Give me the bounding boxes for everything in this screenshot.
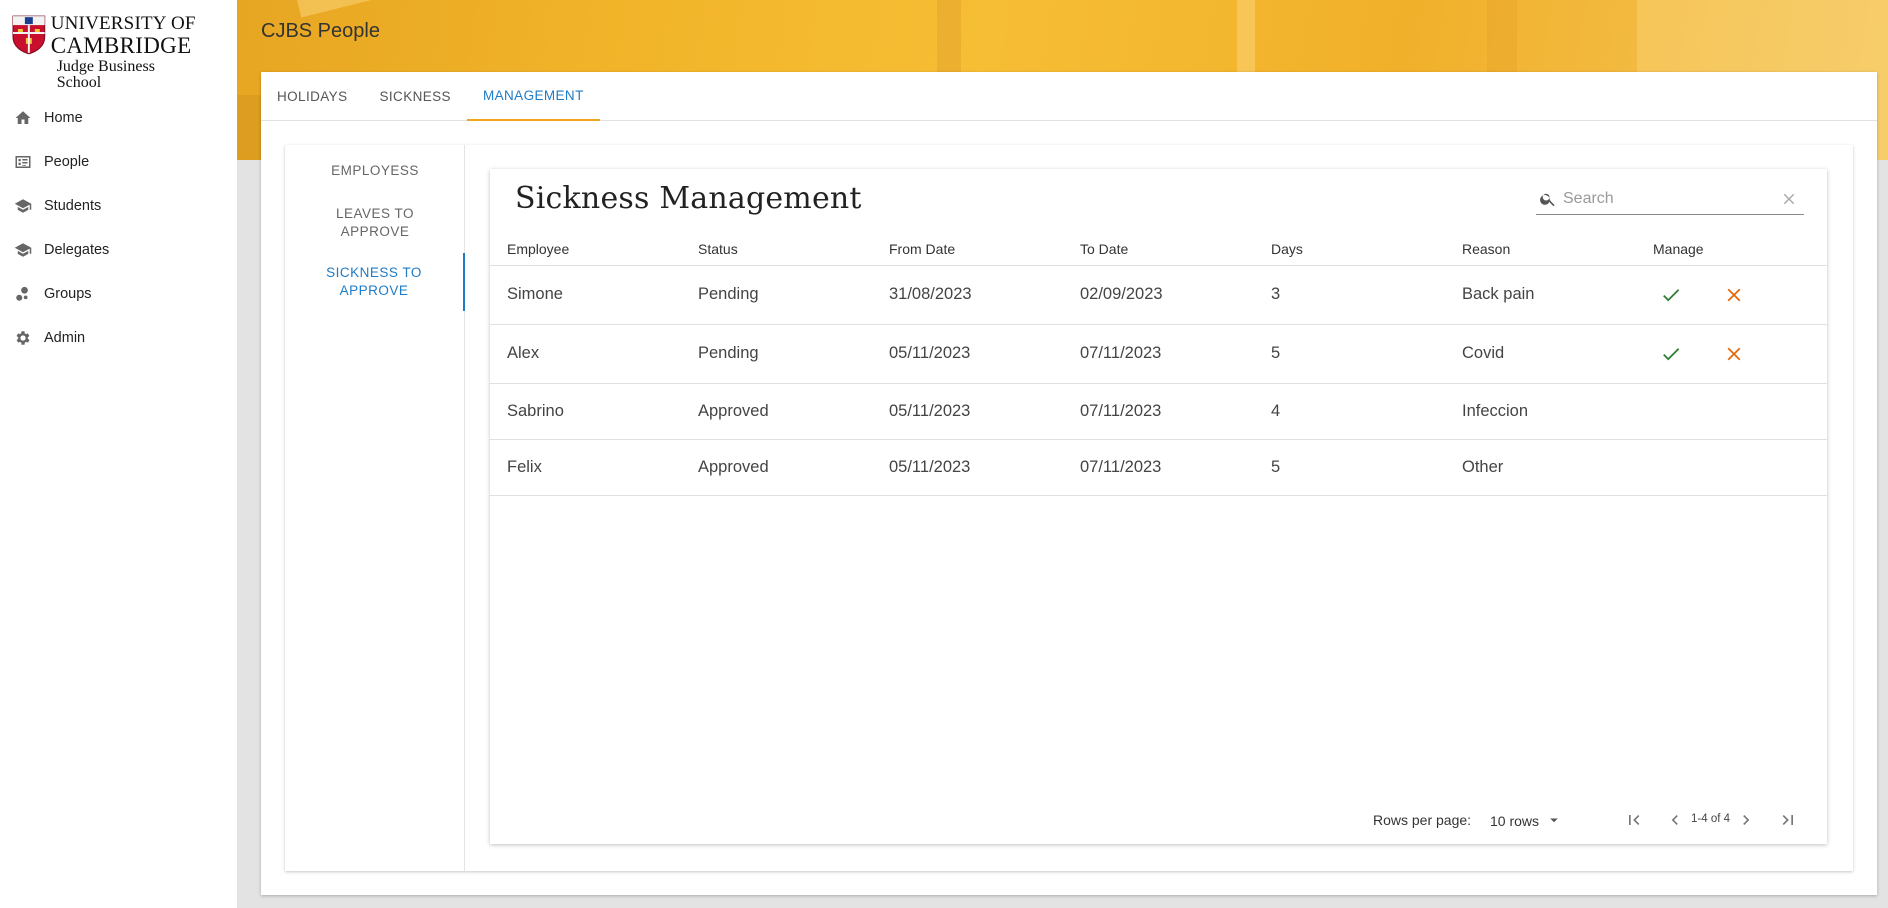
column-header-from-date[interactable]: From Date [872,233,1063,266]
search-icon [1540,193,1555,206]
app-title: CJBS People [261,20,380,42]
cell-days: 5 [1254,324,1445,384]
tab-sickness[interactable]: SICKNESS [363,72,466,121]
cell-days: 4 [1254,383,1445,440]
rows-per-page-label: Rows per page: [1373,812,1472,828]
cell-from-date: 05/11/2023 [872,439,1063,496]
reject-close-icon[interactable] [1723,343,1745,365]
logo-line-3: Judge Business School [56,58,155,91]
cell-employee: Felix [490,439,681,496]
reject-close-icon[interactable] [1723,284,1745,306]
cell-status: Approved [681,439,872,496]
pagination: Rows per page: 10 rows 1-4 of 4 [490,809,1827,831]
sidebar-item-label: Groups [44,286,92,302]
school-icon [14,243,32,257]
page-range: 1-4 of 4 [1691,813,1730,825]
cell-manage [1636,383,1827,440]
dropdown-arrow-icon [1550,818,1558,823]
sidebar-item-label: Admin [44,330,86,346]
cell-employee: Alex [490,324,681,384]
cell-employee: Sabrino [490,383,681,440]
sidebar-item-people[interactable]: People [0,140,237,184]
sidebar-item-label: Home [44,110,83,126]
approve-check-icon[interactable] [1660,284,1682,306]
cell-to-date: 07/11/2023 [1063,383,1254,440]
cell-to-date: 07/11/2023 [1063,439,1254,496]
previous-page-icon[interactable] [1665,810,1685,830]
cell-status: Approved [681,383,872,440]
university-logo[interactable]: UNIVERSITY OF CAMBRIDGE Judge Business S… [12,12,202,91]
subnav-item-sickness-to-approve[interactable]: SICKNESS TO APPROVE [285,253,465,311]
table-header-row: Employee Status From Date To Date Days R… [490,233,1827,266]
column-header-manage: Manage [1636,233,1827,266]
sickness-table: Employee Status From Date To Date Days R… [490,233,1827,496]
gear-icon [16,331,30,345]
table-row: Sabrino Approved 05/11/2023 07/11/2023 4… [490,383,1827,440]
search-box [1536,183,1804,215]
sickness-table-card: Sickness Management Employee Status From… [490,169,1827,844]
last-page-icon[interactable] [1778,810,1798,830]
approve-check-icon[interactable] [1660,343,1682,365]
column-header-status[interactable]: Status [681,233,872,266]
contacts-icon [15,156,31,168]
column-header-days[interactable]: Days [1254,233,1445,266]
table-row: Felix Approved 05/11/2023 07/11/2023 5 O… [490,439,1827,496]
column-header-to-date[interactable]: To Date [1063,233,1254,266]
sidebar-item-label: Students [44,198,102,214]
tab-management[interactable]: MANAGEMENT [466,72,600,121]
next-page-icon[interactable] [1736,810,1756,830]
cell-manage [1636,439,1827,496]
cell-reason: Infeccion [1445,383,1636,440]
cell-status: Pending [681,324,872,384]
sidebar: UNIVERSITY OF CAMBRIDGE Judge Business S… [0,0,237,908]
management-subnav: EMPLOYESS LEAVES TO APPROVE SICKNESS TO … [285,145,465,871]
cell-from-date: 05/11/2023 [872,383,1063,440]
logo-line-2: CAMBRIDGE [50,33,192,58]
sidebar-item-delegates[interactable]: Delegates [0,228,237,272]
cell-reason: Other [1445,439,1636,496]
close-icon[interactable] [1780,190,1798,208]
first-page-icon[interactable] [1624,810,1644,830]
table-row: Alex Pending 05/11/2023 07/11/2023 5 Cov… [490,324,1827,384]
sidebar-nav: Home People Students Delegates Groups Ad… [0,96,237,360]
cell-manage [1636,265,1827,325]
cell-days: 5 [1254,439,1445,496]
sidebar-item-admin[interactable]: Admin [0,316,237,360]
cell-manage [1636,324,1827,384]
sidebar-item-label: Delegates [44,242,110,258]
bubbles-icon [16,286,28,301]
cell-to-date: 02/09/2023 [1063,265,1254,325]
school-icon [14,199,32,213]
cell-reason: Covid [1445,324,1636,384]
rows-per-page-value: 10 rows [1490,812,1540,829]
table-row: Simone Pending 31/08/2023 02/09/2023 3 B… [490,265,1827,325]
logo-line-1: UNIVERSITY OF [50,13,196,34]
cell-to-date: 07/11/2023 [1063,324,1254,384]
cell-employee: Simone [490,265,681,325]
cell-from-date: 31/08/2023 [872,265,1063,325]
page-title: Sickness Management [515,181,862,216]
search-input[interactable] [1563,189,1763,208]
cell-status: Pending [681,265,872,325]
main-card: HOLIDAYS SICKNESS MANAGEMENT EMPLOYESS L… [261,72,1877,895]
rows-per-page-select[interactable]: 10 rows [1490,812,1563,829]
column-header-reason[interactable]: Reason [1445,233,1636,266]
subnav-item-leaves-to-approve[interactable]: LEAVES TO APPROVE [285,203,465,243]
subnav-item-employees[interactable]: EMPLOYESS [285,158,465,184]
cell-reason: Back pain [1445,265,1636,325]
sidebar-item-home[interactable]: Home [0,96,237,140]
sidebar-item-students[interactable]: Students [0,184,237,228]
tab-bar: HOLIDAYS SICKNESS MANAGEMENT [261,72,1877,121]
cell-from-date: 05/11/2023 [872,324,1063,384]
tab-holidays[interactable]: HOLIDAYS [261,72,363,121]
home-icon [15,111,31,124]
management-panel: EMPLOYESS LEAVES TO APPROVE SICKNESS TO … [285,145,1853,871]
sidebar-item-groups[interactable]: Groups [0,272,237,316]
crest-icon [12,15,46,55]
column-header-employee[interactable]: Employee [490,233,681,266]
cell-days: 3 [1254,265,1445,325]
sidebar-item-label: People [44,154,90,170]
